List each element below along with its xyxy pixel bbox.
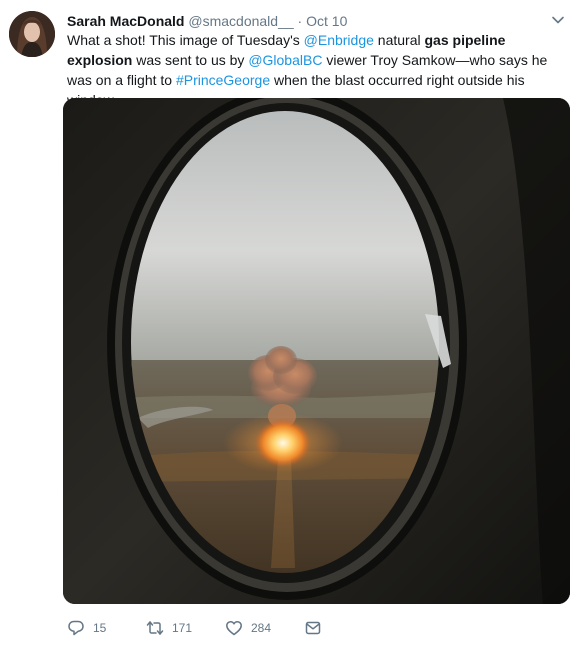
chevron-down-icon[interactable] [551,13,565,27]
mention-globalbc[interactable]: @GlobalBC [248,52,322,68]
tweet-timestamp[interactable]: Oct 10 [306,13,347,29]
hashtag-princegeorge[interactable]: #PrinceGeorge [176,72,270,88]
heart-icon [226,620,242,636]
author-name[interactable]: Sarah MacDonald [67,13,184,29]
like-button[interactable]: 284 [225,618,271,638]
tweet-actions: 15 171 284 [67,618,467,638]
reply-icon [68,620,84,636]
retweet-icon [146,621,164,635]
retweet-button[interactable]: 171 [146,618,192,638]
like-count: 284 [251,621,272,635]
tweet-header: Sarah MacDonald @smacdonald__ · Oct 10 [67,11,571,31]
retweet-count: 171 [172,621,193,635]
reply-count: 15 [93,621,107,635]
tweet-text-segment: What a shot! This image of Tuesday's [67,32,304,48]
tweet-text-segment: was sent to us by [132,52,249,68]
author-handle[interactable]: @smacdonald__ [188,13,293,29]
mention-enbridge[interactable]: @Enbridge [304,32,374,48]
direct-message-button[interactable] [304,618,322,638]
tweet-photo[interactable] [63,98,570,604]
reply-button[interactable]: 15 [67,618,106,638]
envelope-icon [305,621,321,635]
tweet-text-segment: natural [373,32,425,48]
separator-dot: · [297,13,303,29]
avatar[interactable] [9,11,55,57]
